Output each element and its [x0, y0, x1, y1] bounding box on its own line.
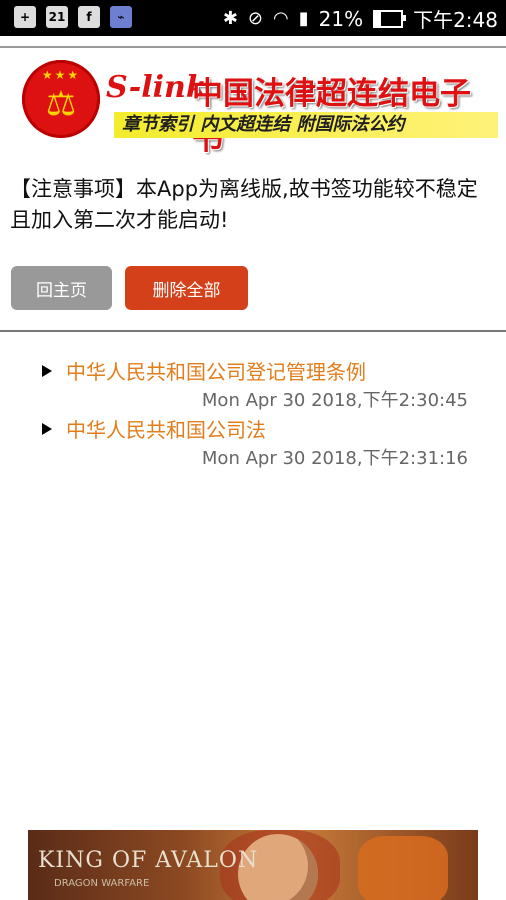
status-right-icons: ✱ ⊘ ◠ ▮ 21% 下午2:48: [223, 4, 498, 33]
ad-tagline: DRAGON WARFARE: [54, 878, 150, 889]
status-left-icons: + 21 f ⌁: [14, 6, 132, 28]
delete-all-button[interactable]: 删除全部: [125, 266, 248, 310]
ad-banner[interactable]: KING OF AVALON DRAGON WARFARE: [28, 830, 478, 900]
app-slogan: 章节索引 内文超连结 附国际法公约: [114, 112, 498, 138]
wifi-icon: ◠: [273, 8, 289, 29]
notification-icon: +: [14, 6, 36, 28]
battery-percent: 21%: [318, 6, 364, 31]
home-button[interactable]: 回主页: [11, 266, 112, 310]
dragon-icon: [358, 836, 448, 900]
twenty-one-icon: 21: [46, 6, 68, 28]
triangle-bullet-icon: [42, 423, 52, 435]
status-bar: + 21 f ⌁ ✱ ⊘ ◠ ▮ 21% 下午2:48: [0, 0, 506, 36]
bookmark-title[interactable]: 中华人民共和国公司法: [66, 414, 266, 443]
status-time: 下午2:48: [413, 8, 498, 32]
bluetooth-icon: ✱: [222, 8, 238, 29]
broom-icon: ⌁: [110, 6, 132, 28]
stars-icon: ★★★: [41, 68, 81, 82]
ad-logo: KING OF AVALON: [38, 848, 259, 873]
section-divider: [0, 330, 506, 332]
notice-text: 【注意事项】本App为离线版,故书签功能较不稳定且加入第二次才能启动!: [10, 177, 478, 232]
facebook-icon: f: [78, 6, 100, 28]
mute-icon: ⊘: [247, 8, 263, 29]
bookmark-time: Mon Apr 30 2018,下午2:30:45: [201, 390, 468, 411]
battery-icon: [373, 9, 407, 28]
scales-icon: ⚖: [45, 84, 77, 124]
list-item[interactable]: 中华人民共和国公司法 Mon Apr 30 2018,下午2:31:16: [0, 414, 506, 472]
triangle-bullet-icon: [42, 365, 52, 377]
bookmark-time: Mon Apr 30 2018,下午2:31:16: [201, 448, 468, 469]
list-item[interactable]: 中华人民共和国公司登记管理条例 Mon Apr 30 2018,下午2:30:4…: [0, 356, 506, 414]
signal-icon: ▮: [298, 8, 309, 29]
court-emblem-icon: ★★★ ⚖: [22, 60, 100, 138]
top-divider: [0, 46, 506, 48]
app-banner: ★★★ ⚖ S-link 中国法律超连结电子书 章节索引 内文超连结 附国际法公…: [22, 60, 498, 157]
bookmark-list: 中华人民共和国公司登记管理条例 Mon Apr 30 2018,下午2:30:4…: [0, 356, 506, 472]
bookmark-title[interactable]: 中华人民共和国公司登记管理条例: [66, 356, 366, 385]
